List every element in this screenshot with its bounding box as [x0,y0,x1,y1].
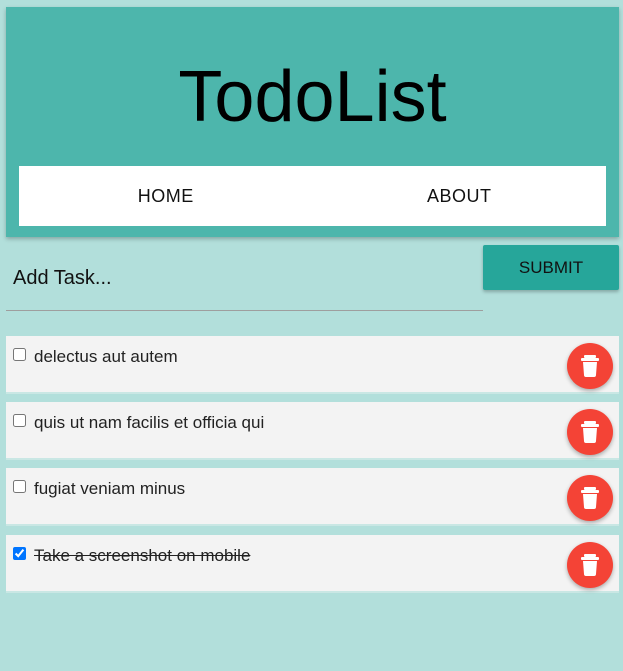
page-title: TodoList [178,57,447,137]
trash-icon [581,487,599,509]
task-label: fugiat veniam minus [34,479,186,498]
task-item: Take a screenshot on mobile [6,535,619,593]
task-item: fugiat veniam minus [6,468,619,526]
task-checkbox[interactable] [13,547,26,560]
task-checkbox[interactable] [13,348,26,361]
delete-button[interactable] [567,343,613,389]
nav-item-home[interactable]: HOME [19,166,313,226]
delete-button[interactable] [567,542,613,588]
app-header: TodoList HOME ABOUT [6,7,619,237]
trash-icon [581,355,599,377]
trash-icon [581,554,599,576]
nav-bar: HOME ABOUT [19,166,606,226]
task-label: quis ut nam facilis et officia qui [34,413,265,432]
delete-button[interactable] [567,409,613,455]
submit-button[interactable]: SUBMIT [483,245,619,290]
task-item: delectus aut autem [6,336,619,394]
trash-icon [581,421,599,443]
task-checkbox[interactable] [13,414,26,427]
task-item: quis ut nam facilis et officia qui [6,402,619,460]
task-checkbox[interactable] [13,480,26,493]
task-label: Take a screenshot on mobile [34,546,251,565]
add-task-input[interactable] [6,245,483,311]
task-label: delectus aut autem [34,347,178,366]
nav-item-about[interactable]: ABOUT [313,166,607,226]
delete-button[interactable] [567,475,613,521]
